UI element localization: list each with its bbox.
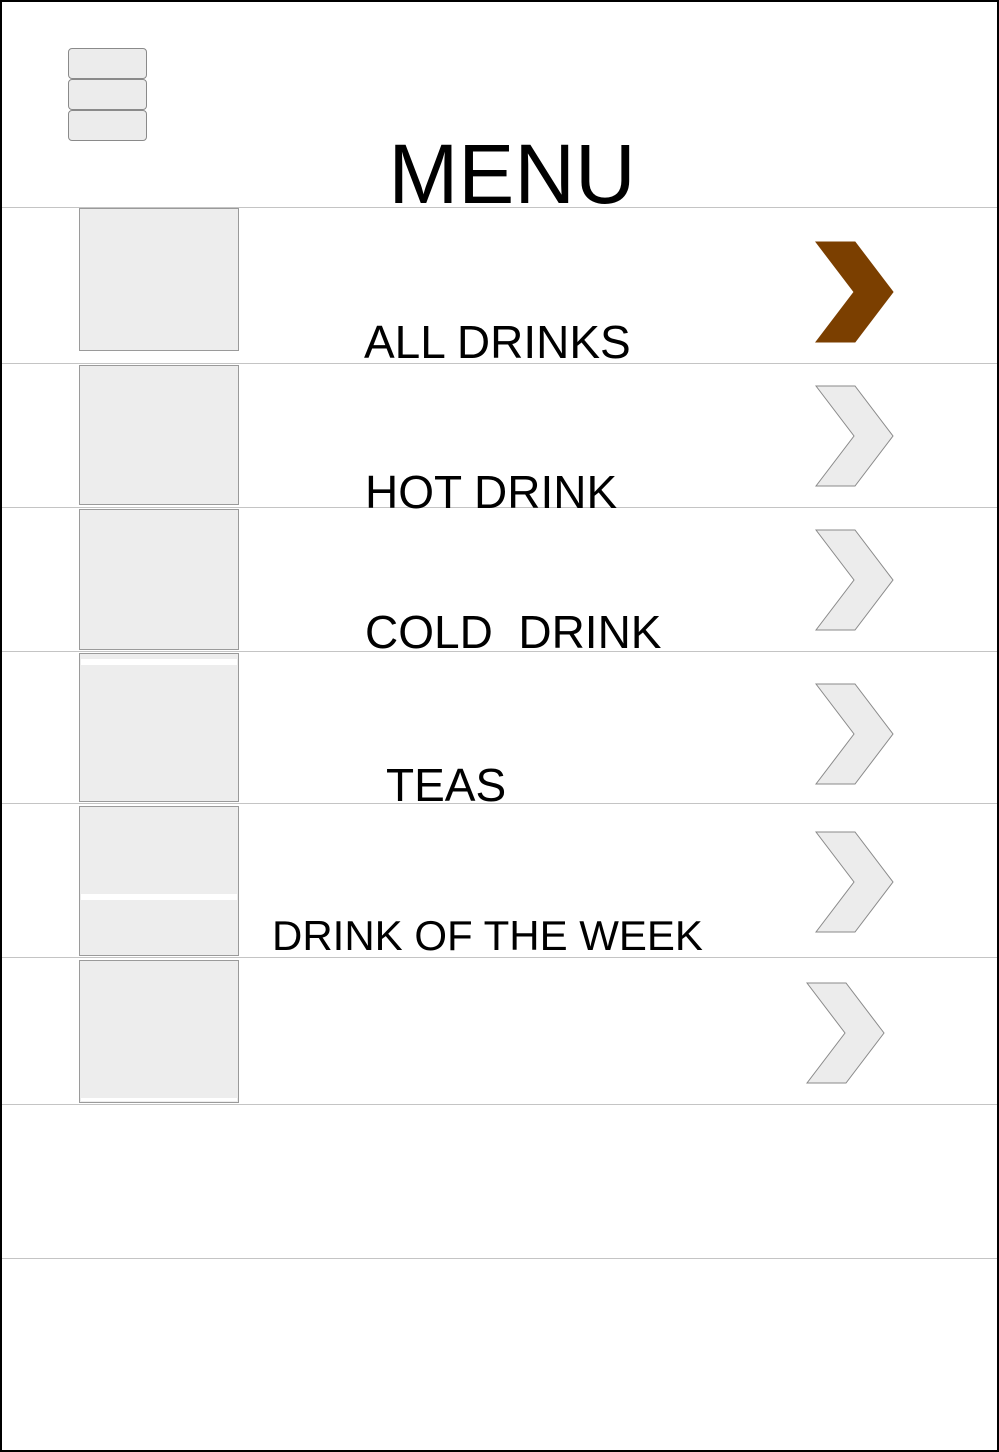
chevron-right-icon[interactable] [815,240,895,344]
item-thumbnail[interactable] [79,208,239,351]
thumbnail-highlight [81,894,237,900]
chevron-right-icon[interactable] [815,384,895,488]
item-thumbnail[interactable] [79,509,239,650]
divider [2,1104,997,1105]
page-title: MENU [388,127,636,221]
thumbnail-highlight [81,659,237,665]
app-window: MENU ALL DRINKS HOT DRINK COLD DRINK TEA… [0,0,999,1452]
item-thumbnail[interactable] [79,653,239,802]
hamburger-bar [68,48,147,79]
divider [2,1258,997,1259]
item-thumbnail[interactable] [79,365,239,505]
chevron-right-icon[interactable] [815,682,895,786]
chevron-right-icon[interactable] [806,981,886,1085]
hamburger-bar [68,110,147,141]
chevron-right-icon[interactable] [815,830,895,934]
menu-item-label-drink-of-the-week[interactable]: DRINK OF THE WEEK [272,910,832,962]
thumbnail-highlight [81,1098,237,1101]
hamburger-bar [68,79,147,110]
item-thumbnail[interactable] [79,960,239,1103]
item-thumbnail[interactable] [79,806,239,956]
chevron-right-icon[interactable] [815,528,895,632]
hamburger-menu-icon[interactable] [68,48,147,142]
